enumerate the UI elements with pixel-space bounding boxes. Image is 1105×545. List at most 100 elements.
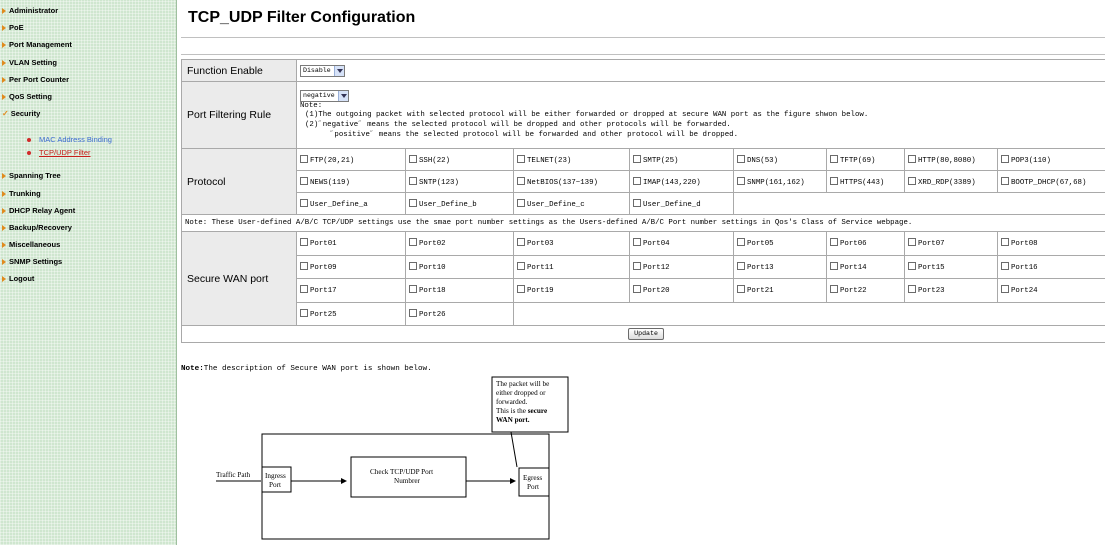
- sidebar-subitem-tcp-udp-filter[interactable]: TCP/UDP Filter: [0, 147, 176, 160]
- secure-wan-port-option[interactable]: Port26: [405, 301, 514, 326]
- sidebar-item-poe[interactable]: PoE: [0, 19, 176, 36]
- sidebar-item-snmp-settings[interactable]: SNMP Settings: [0, 253, 176, 270]
- sidebar-item-per-port-counter[interactable]: Per Port Counter: [0, 71, 176, 88]
- protocol-option[interactable]: SNTP(123): [405, 170, 514, 193]
- checkbox[interactable]: [737, 238, 745, 247]
- checkbox[interactable]: [830, 154, 838, 163]
- checkbox[interactable]: [1001, 238, 1009, 247]
- checkbox[interactable]: [830, 261, 838, 270]
- checkbox[interactable]: [908, 261, 916, 270]
- protocol-option[interactable]: User_Define_a: [296, 192, 406, 215]
- function-enable-select[interactable]: Disable: [300, 64, 345, 77]
- secure-wan-port-option[interactable]: Port12: [629, 254, 734, 279]
- secure-wan-port-option[interactable]: Port13: [733, 254, 827, 279]
- secure-wan-port-option[interactable]: Port23: [904, 278, 998, 303]
- sidebar-item-dhcp-relay-agent[interactable]: DHCP Relay Agent: [0, 202, 176, 219]
- secure-wan-port-option[interactable]: Port07: [904, 231, 998, 256]
- secure-wan-port-option[interactable]: Port17: [296, 278, 406, 303]
- checkbox[interactable]: [517, 285, 525, 294]
- checkbox[interactable]: [517, 238, 525, 247]
- secure-wan-port-option[interactable]: Port15: [904, 254, 998, 279]
- protocol-option[interactable]: HTTP(80,8080): [904, 148, 998, 171]
- checkbox[interactable]: [830, 176, 838, 185]
- secure-wan-port-option[interactable]: Port18: [405, 278, 514, 303]
- protocol-option[interactable]: SSH(22): [405, 148, 514, 171]
- checkbox[interactable]: [300, 198, 308, 207]
- checkbox[interactable]: [300, 285, 308, 294]
- protocol-option[interactable]: TFTP(69): [826, 148, 905, 171]
- sidebar-item-port-management[interactable]: Port Management: [0, 36, 176, 53]
- checkbox[interactable]: [300, 176, 308, 185]
- secure-wan-port-option[interactable]: Port16: [996, 254, 1105, 279]
- checkbox[interactable]: [830, 285, 838, 294]
- sidebar-item-administrator[interactable]: Administrator: [0, 2, 176, 19]
- checkbox[interactable]: [830, 238, 838, 247]
- protocol-option[interactable]: User_Define_d: [629, 192, 734, 215]
- secure-wan-port-option[interactable]: Port03: [513, 231, 630, 256]
- checkbox[interactable]: [1001, 176, 1009, 185]
- checkbox[interactable]: [409, 176, 417, 185]
- checkbox[interactable]: [300, 261, 308, 270]
- sidebar-item-backup-recovery[interactable]: Backup/Recovery: [0, 219, 176, 236]
- checkbox[interactable]: [737, 154, 745, 163]
- checkbox[interactable]: [517, 176, 525, 185]
- checkbox[interactable]: [517, 154, 525, 163]
- protocol-option[interactable]: User_Define_b: [405, 192, 514, 215]
- secure-wan-port-option[interactable]: Port11: [513, 254, 630, 279]
- protocol-option[interactable]: HTTPS(443): [826, 170, 905, 193]
- checkbox[interactable]: [633, 261, 641, 270]
- secure-wan-port-option[interactable]: Port09: [296, 254, 406, 279]
- protocol-option[interactable]: IMAP(143,220): [629, 170, 734, 193]
- checkbox[interactable]: [737, 176, 745, 185]
- secure-wan-port-option[interactable]: Port02: [405, 231, 514, 256]
- protocol-option[interactable]: User_Define_c: [513, 192, 630, 215]
- sidebar-item-security[interactable]: ✓ Security: [0, 105, 176, 122]
- checkbox[interactable]: [409, 238, 417, 247]
- secure-wan-port-option[interactable]: Port08: [996, 231, 1105, 256]
- secure-wan-port-option[interactable]: Port14: [826, 254, 905, 279]
- checkbox[interactable]: [908, 238, 916, 247]
- checkbox[interactable]: [300, 154, 308, 163]
- checkbox[interactable]: [908, 154, 916, 163]
- checkbox[interactable]: [633, 285, 641, 294]
- sidebar-item-vlan-setting[interactable]: VLAN Setting: [0, 54, 176, 71]
- checkbox[interactable]: [1001, 285, 1009, 294]
- checkbox[interactable]: [633, 198, 641, 207]
- protocol-option[interactable]: NEWS(119): [296, 170, 406, 193]
- checkbox[interactable]: [409, 198, 417, 207]
- checkbox[interactable]: [409, 154, 417, 163]
- protocol-option[interactable]: XRD_RDP(3389): [904, 170, 998, 193]
- secure-wan-port-option[interactable]: Port05: [733, 231, 827, 256]
- port-filtering-select[interactable]: negative: [300, 89, 349, 102]
- checkbox[interactable]: [737, 285, 745, 294]
- sidebar-item-logout[interactable]: Logout: [0, 270, 176, 287]
- checkbox[interactable]: [517, 261, 525, 270]
- checkbox[interactable]: [409, 308, 417, 317]
- sidebar-item-qos-setting[interactable]: QoS Setting: [0, 88, 176, 105]
- secure-wan-port-option[interactable]: Port10: [405, 254, 514, 279]
- checkbox[interactable]: [633, 238, 641, 247]
- protocol-option[interactable]: DNS(53): [733, 148, 827, 171]
- checkbox[interactable]: [633, 176, 641, 185]
- checkbox[interactable]: [1001, 154, 1009, 163]
- protocol-option[interactable]: POP3(110): [996, 148, 1105, 171]
- checkbox[interactable]: [737, 261, 745, 270]
- secure-wan-port-option[interactable]: Port06: [826, 231, 905, 256]
- protocol-option[interactable]: NetBIOS(137~139): [513, 170, 630, 193]
- checkbox[interactable]: [300, 238, 308, 247]
- sidebar-item-trunking[interactable]: Trunking: [0, 185, 176, 202]
- secure-wan-port-option[interactable]: Port19: [513, 278, 630, 303]
- sidebar-subitem-mac-address-binding[interactable]: MAC Address Binding: [0, 134, 176, 147]
- secure-wan-port-option[interactable]: Port20: [629, 278, 734, 303]
- checkbox[interactable]: [633, 154, 641, 163]
- checkbox[interactable]: [409, 261, 417, 270]
- sidebar-item-miscellaneous[interactable]: Miscellaneous: [0, 236, 176, 253]
- protocol-option[interactable]: FTP(20,21): [296, 148, 406, 171]
- protocol-option[interactable]: BOOTP_DHCP(67,68): [996, 170, 1105, 193]
- secure-wan-port-option[interactable]: Port01: [296, 231, 406, 256]
- update-button[interactable]: Update: [628, 328, 664, 340]
- checkbox[interactable]: [908, 285, 916, 294]
- protocol-option[interactable]: TELNET(23): [513, 148, 630, 171]
- checkbox[interactable]: [300, 308, 308, 317]
- secure-wan-port-option[interactable]: Port25: [296, 301, 406, 326]
